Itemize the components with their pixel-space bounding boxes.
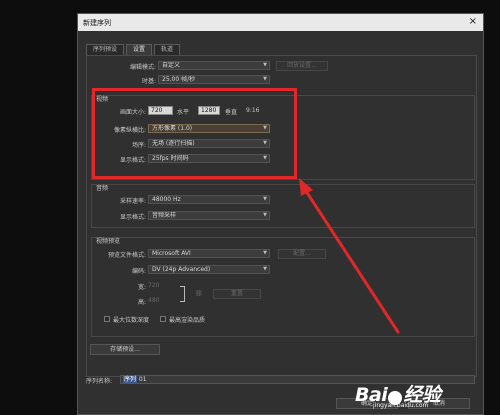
pixel-aspect-select[interactable]: 方形像素 (1.0) ▼ [148, 124, 270, 133]
codec-label: 编码: [131, 268, 146, 275]
audio-display-format-label: 显示格式: [119, 214, 146, 221]
tab-bar: 序列预设 设置 轨道 [86, 44, 181, 55]
editing-mode-label: 编辑模式: [129, 64, 156, 71]
max-bit-depth-label: 最大位数深度 [113, 317, 150, 324]
video-section-title: 视频 [96, 96, 109, 103]
dialog-title: 新建序列 [83, 19, 111, 27]
new-sequence-dialog: 新建序列 × 序列预设 设置 轨道 编辑模式: 自定义 ▼ 回放设置... 时基:… [77, 13, 484, 415]
max-render-quality-checkbox[interactable] [160, 316, 166, 322]
preview-file-format-label: 预览文件格式: [107, 252, 146, 259]
tab-tracks[interactable]: 轨道 [154, 44, 181, 55]
tab-sequence-presets[interactable]: 序列预设 [86, 44, 125, 55]
reset-button[interactable]: 重置 [213, 289, 261, 299]
baidu-jingyan-watermark: Bai 经验 jingyan.baidu.com [355, 380, 441, 409]
vertical-label: 垂直 [225, 109, 238, 116]
close-icon[interactable]: × [469, 16, 477, 28]
dropdown-arrow-icon: ▼ [263, 125, 267, 131]
sample-rate-value: 48000 Hz [152, 196, 181, 203]
sequence-name-selected-text: 序列 [123, 376, 138, 383]
editing-mode-select[interactable]: 自定义 ▼ [158, 61, 270, 70]
playback-settings-button[interactable]: 回放设置... [276, 61, 328, 71]
dropdown-arrow-icon: ▼ [263, 76, 267, 82]
background-right [484, 0, 500, 415]
audio-section-title: 音频 [96, 185, 109, 192]
codec-value: DV (24p Advanced) [152, 266, 211, 273]
background-left [0, 0, 77, 415]
dropdown-arrow-icon: ▼ [263, 62, 267, 68]
video-display-format-label: 显示格式: [119, 157, 146, 164]
timebase-value: 25.00 帧/秒 [162, 76, 196, 83]
video-display-format-select[interactable]: 25fps 时间码 ▼ [148, 154, 270, 163]
timebase-select[interactable]: 25.00 帧/秒 ▼ [158, 75, 270, 84]
fields-select[interactable]: 无场 (逐行扫描) ▼ [148, 139, 270, 148]
save-preset-button[interactable]: 存储预设... [90, 344, 160, 355]
pixel-aspect-value: 方形像素 (1.0) [152, 125, 193, 132]
dropdown-arrow-icon: ▼ [263, 140, 267, 146]
link-bracket [180, 286, 185, 302]
dropdown-arrow-icon: ▼ [263, 250, 267, 256]
sample-rate-select[interactable]: 48000 Hz ▼ [148, 195, 270, 204]
dropdown-arrow-icon: ▼ [263, 196, 267, 202]
frame-width-input[interactable]: 720 [148, 106, 173, 115]
dropdown-arrow-icon: ▼ [263, 155, 267, 161]
preview-height-value[interactable]: 480 [148, 297, 159, 304]
fields-value: 无场 (逐行扫描) [152, 140, 195, 147]
preview-width-label: 宽: [137, 284, 146, 291]
preview-file-format-value: Microsoft AVI [152, 250, 191, 257]
audio-display-format-select[interactable]: 音频采样 ▼ [148, 211, 270, 220]
sequence-name-label: 序列名称: [86, 378, 113, 385]
frame-size-label: 画面大小: [119, 109, 146, 116]
configure-button[interactable]: 配置... [278, 249, 326, 259]
audio-group [91, 184, 475, 228]
preview-width-value[interactable]: 720 [148, 282, 159, 289]
pixel-aspect-label: 像素纵横比: [113, 127, 146, 134]
max-bit-depth-checkbox[interactable] [104, 316, 110, 322]
sample-rate-label: 采样速率: [119, 198, 146, 205]
dropdown-arrow-icon: ▼ [263, 212, 267, 218]
video-display-format-value: 25fps 时间码 [152, 155, 189, 162]
aspect-ratio-text: 9:16 [246, 107, 260, 114]
dropdown-arrow-icon: ▼ [263, 266, 267, 272]
codec-select[interactable]: DV (24p Advanced) ▼ [148, 265, 270, 274]
watermark-subtitle: jingyan.baidu.com [373, 402, 429, 409]
editing-mode-value: 自定义 [162, 62, 181, 69]
horizontal-label: 水平 [177, 109, 190, 116]
link-icon[interactable]: ⛓ [195, 290, 203, 297]
preview-height-label: 高: [137, 299, 146, 306]
sequence-name-rest-text: 01 [137, 376, 147, 383]
preview-file-format-select[interactable]: Microsoft AVI ▼ [148, 249, 270, 258]
video-preview-section-title: 视频预览 [96, 238, 121, 245]
max-render-quality-label: 最高渲染品质 [169, 317, 206, 324]
audio-display-format-value: 音频采样 [152, 212, 177, 219]
timebase-label: 时基: [141, 78, 156, 85]
fields-label: 场序: [131, 142, 146, 149]
dialog-titlebar: 新建序列 × [78, 14, 483, 31]
tab-settings[interactable]: 设置 [126, 44, 153, 55]
frame-height-input[interactable]: 1280 [198, 106, 220, 115]
